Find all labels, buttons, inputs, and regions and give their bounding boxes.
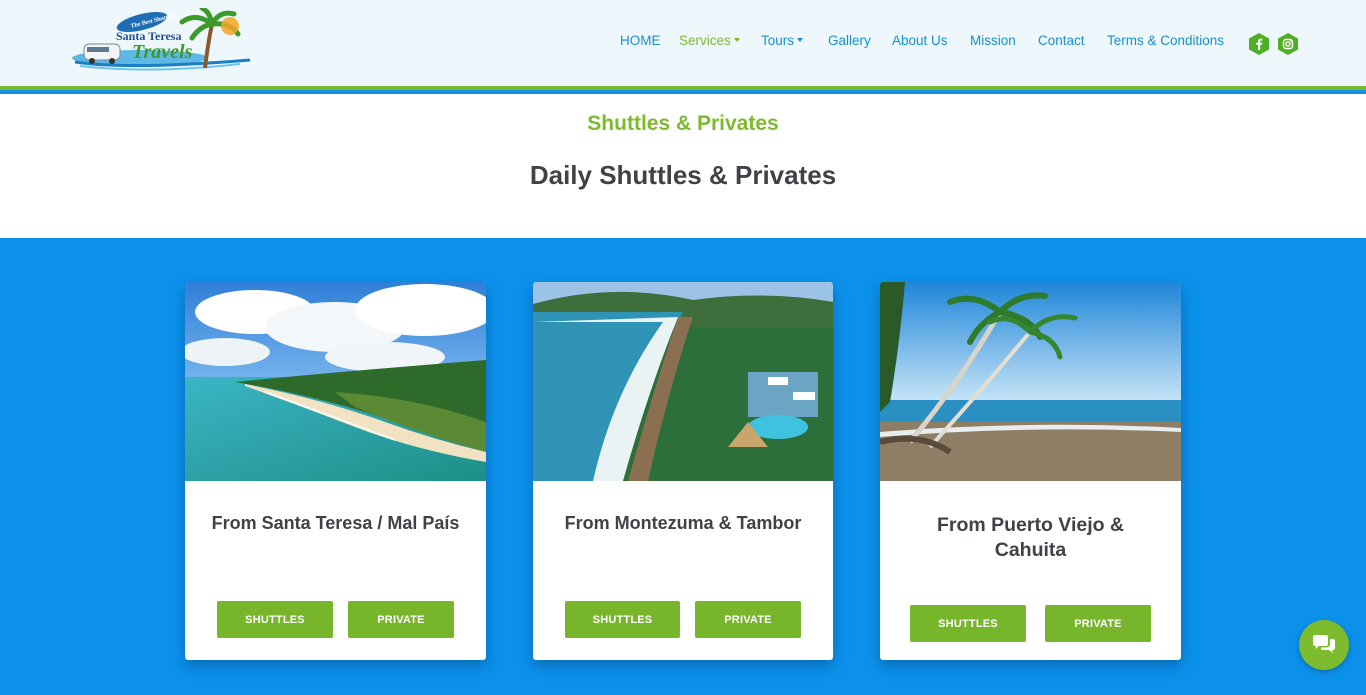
private-button[interactable]: PRIVATE [1045,605,1151,642]
service-card: From Puerto Viejo & Cahuita SHUTTLES PRI… [880,282,1181,660]
chat-bubbles-icon [1313,635,1335,653]
nav-services[interactable]: Services [679,33,740,48]
nav-about-us[interactable]: About Us [892,33,948,48]
shuttles-button[interactable]: SHUTTLES [910,605,1026,642]
service-card: From Montezuma & Tambor SHUTTLES PRIVATE [533,282,833,660]
nav-home[interactable]: HOME [620,33,661,48]
card-title: From Puerto Viejo & Cahuita [936,514,1125,561]
shuttles-button[interactable]: SHUTTLES [565,601,680,638]
chat-button[interactable] [1299,620,1349,670]
nav-terms-conditions[interactable]: Terms & Conditions [1107,33,1224,48]
card-title: From Santa Teresa / Mal País [211,513,460,533]
coastline-aerial-image [185,282,486,481]
section-subtitle: Shuttles & Privates [587,112,779,135]
nav-gallery[interactable]: Gallery [828,33,871,48]
facebook-icon[interactable] [1247,32,1271,56]
chevron-down-icon [733,38,740,43]
nav-services-label: Services [679,33,731,48]
section-title: Daily Shuttles & Privates [529,160,837,190]
service-card: From Santa Teresa / Mal País SHUTTLES PR… [185,282,486,660]
chevron-down-icon [797,38,804,43]
palm-beach-image [880,282,1181,481]
nav-tours-label: Tours [761,33,795,48]
card-title: From Montezuma & Tambor [564,513,802,533]
instagram-icon[interactable] [1276,32,1300,56]
nav-tours[interactable]: Tours [761,33,804,48]
private-button[interactable]: PRIVATE [348,601,454,638]
shuttles-button[interactable]: SHUTTLES [217,601,333,638]
nav-mission[interactable]: Mission [970,33,1016,48]
private-button[interactable]: PRIVATE [695,601,801,638]
beach-resort-aerial-image [533,282,833,481]
nav-contact[interactable]: Contact [1038,33,1085,48]
site-header: The Best Shuttles Santa Teresa Travels H… [0,0,1366,86]
main-nav: HOME Services Tours Gallery About Us Mis… [0,33,1366,53]
header-divider [0,86,1366,94]
